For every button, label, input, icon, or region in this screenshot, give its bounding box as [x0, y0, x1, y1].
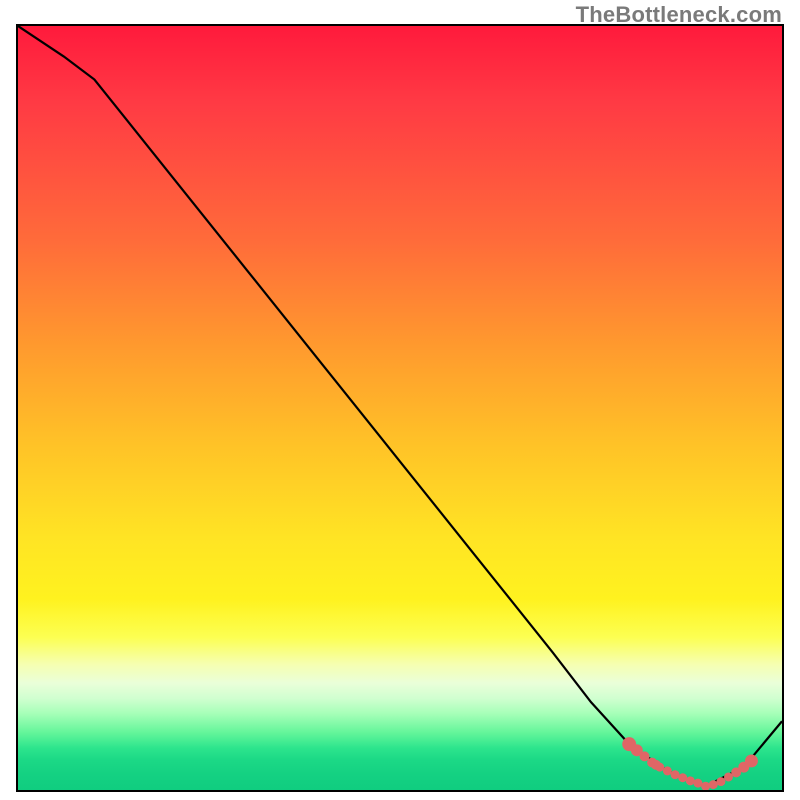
chart-stage: TheBottleneck.com [0, 0, 800, 800]
marker-dot [701, 782, 710, 791]
curve-layer [18, 26, 782, 790]
bottleneck-curve [18, 26, 782, 786]
marker-dot [745, 754, 758, 767]
marker-dot [716, 777, 725, 786]
highlighted-range-markers [622, 737, 758, 791]
marker-dot [686, 776, 695, 785]
marker-dot [663, 766, 672, 775]
marker-dot [693, 779, 702, 788]
marker-dot [655, 763, 664, 772]
plot-area [16, 24, 784, 792]
marker-dot [709, 780, 718, 789]
marker-dot [671, 770, 680, 779]
